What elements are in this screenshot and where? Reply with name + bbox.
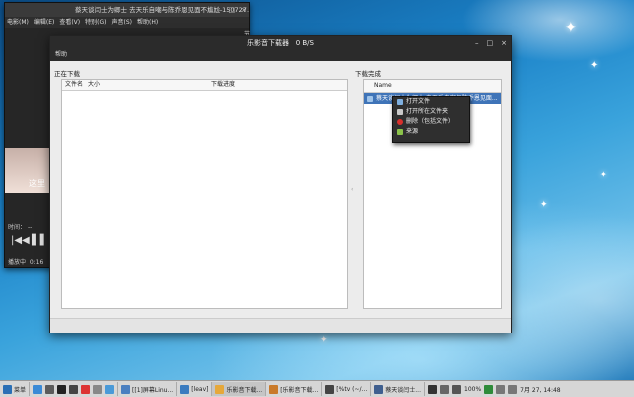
download-speed: 0 B/S bbox=[295, 39, 314, 47]
file-manager-icon[interactable] bbox=[45, 384, 55, 394]
taskbar-item[interactable]: [%tv (~/... bbox=[322, 382, 372, 396]
column-size[interactable]: 大小 bbox=[85, 80, 208, 90]
video-icon bbox=[374, 384, 384, 394]
taskbar-item[interactable]: [[1]屏幕Linu... bbox=[118, 382, 178, 396]
context-delete[interactable]: 删除（包括文件） bbox=[393, 117, 469, 127]
menu-view[interactable]: 查看(V) bbox=[59, 17, 80, 28]
menu-special[interactable]: 特别(G) bbox=[85, 17, 106, 28]
video-file-icon bbox=[367, 95, 373, 102]
browser-icon[interactable] bbox=[105, 384, 115, 394]
downloading-list[interactable]: 文件名 大小 下载进度 bbox=[61, 79, 348, 309]
video-subtitle: 这里 bbox=[29, 179, 45, 188]
taskbar-item[interactable]: [乐影音下载... bbox=[266, 382, 323, 396]
context-open-folder[interactable]: 打开所在文件夹 bbox=[393, 107, 469, 117]
volume-icon[interactable] bbox=[508, 384, 518, 394]
download-manager-window[interactable]: 乐影音下载器 0 B/S – □ × 帮助 正在下载 下载完成 文件名 大小 下… bbox=[49, 35, 512, 333]
close-button[interactable]: × bbox=[241, 3, 247, 17]
splitter-handle[interactable]: ‹ bbox=[351, 186, 353, 193]
start-menu-button[interactable]: 菜单 bbox=[0, 382, 31, 396]
tray-icon[interactable] bbox=[428, 384, 437, 394]
quick-launch bbox=[30, 382, 119, 396]
menu-help[interactable]: 帮助 bbox=[55, 51, 67, 58]
video-menubar: 电影(M) 编辑(E) 查看(V) 特别(G) 声音(S) 帮助(H) bbox=[5, 17, 249, 28]
status-bar bbox=[50, 318, 511, 333]
column-progress[interactable]: 下载进度 bbox=[208, 80, 235, 90]
context-source[interactable]: 来源 bbox=[393, 127, 469, 137]
download-window-title: 乐影音下载器 bbox=[247, 39, 289, 47]
taskbar-item[interactable]: 蔡天谈闫士... bbox=[371, 382, 425, 396]
sparkle-icon: ✦ bbox=[320, 335, 328, 345]
sparkle-icon: ✦ bbox=[540, 200, 548, 210]
download-window-titlebar[interactable]: 乐影音下载器 0 B/S – □ × bbox=[50, 36, 511, 50]
delete-icon bbox=[397, 119, 403, 125]
menu-icon bbox=[3, 384, 12, 394]
maximize-button[interactable]: □ bbox=[487, 36, 494, 50]
clock[interactable]: 7月 27, 14:48 bbox=[520, 385, 560, 394]
context-menu: 打开文件 打开所在文件夹 删除（包括文件） 来源 bbox=[392, 96, 470, 143]
sparkle-icon: ✦ bbox=[590, 60, 599, 71]
menu-sound[interactable]: 声音(S) bbox=[111, 17, 132, 28]
time-label: 时间： -- bbox=[8, 224, 33, 231]
minimize-button[interactable]: – bbox=[475, 36, 479, 50]
menu-help[interactable]: 帮助(H) bbox=[137, 17, 158, 28]
taskbar-item[interactable]: 乐影音下载... bbox=[212, 382, 267, 396]
download-menubar: 帮助 bbox=[50, 50, 511, 61]
window-icon bbox=[269, 384, 279, 394]
window-icon bbox=[215, 384, 225, 394]
tray-icon[interactable] bbox=[440, 384, 449, 394]
pause-icon[interactable]: ▌▌ bbox=[32, 235, 47, 246]
app-icon[interactable] bbox=[69, 384, 79, 394]
menu-movie[interactable]: 电影(M) bbox=[7, 17, 29, 28]
battery-percent: 100% bbox=[464, 385, 482, 393]
downloading-list-header: 文件名 大小 下载进度 bbox=[62, 80, 347, 91]
video-window-titlebar[interactable]: 蔡天谈闫士为卿士 去天乐自嘲与陈乔恩见面不尴尬 150727.flv – □ × bbox=[5, 3, 249, 17]
shield-icon[interactable] bbox=[484, 384, 494, 394]
column-name[interactable]: Name bbox=[364, 80, 392, 92]
window-icon bbox=[121, 384, 131, 394]
battery-icon[interactable] bbox=[452, 384, 461, 394]
folder-icon bbox=[397, 109, 403, 115]
show-desktop-icon[interactable] bbox=[33, 384, 43, 394]
app-icon[interactable] bbox=[81, 384, 91, 394]
file-icon bbox=[397, 99, 403, 105]
sparkle-icon: ✦ bbox=[600, 170, 607, 179]
menu-edit[interactable]: 编辑(E) bbox=[34, 17, 54, 28]
previous-icon[interactable]: |◀◀ bbox=[11, 235, 30, 246]
folder-icon bbox=[180, 384, 190, 394]
completed-list-header: Name bbox=[364, 80, 501, 93]
minimize-button[interactable]: – bbox=[219, 3, 223, 17]
network-icon[interactable] bbox=[496, 384, 506, 394]
link-icon bbox=[397, 129, 403, 135]
downloading-section-label: 正在下载 bbox=[54, 70, 80, 78]
sparkle-icon: ✦ bbox=[565, 20, 577, 36]
terminal-icon[interactable] bbox=[57, 384, 67, 394]
system-tray: 100% 7月 27, 14:48 bbox=[425, 382, 564, 396]
close-button[interactable]: × bbox=[501, 36, 507, 50]
maximize-button[interactable]: □ bbox=[229, 3, 236, 17]
column-filename[interactable]: 文件名 bbox=[62, 80, 85, 90]
context-open-file[interactable]: 打开文件 bbox=[393, 97, 469, 107]
terminal-icon bbox=[325, 384, 335, 394]
playback-status: 播放中 0:16 bbox=[8, 259, 44, 266]
completed-section-label: 下载完成 bbox=[355, 70, 381, 78]
app-icon[interactable] bbox=[93, 384, 103, 394]
taskbar: 菜单 [[1]屏幕Linu... [leav] 乐影音下载... [乐影音下载.… bbox=[0, 380, 634, 397]
taskbar-item[interactable]: [leav] bbox=[177, 382, 213, 396]
